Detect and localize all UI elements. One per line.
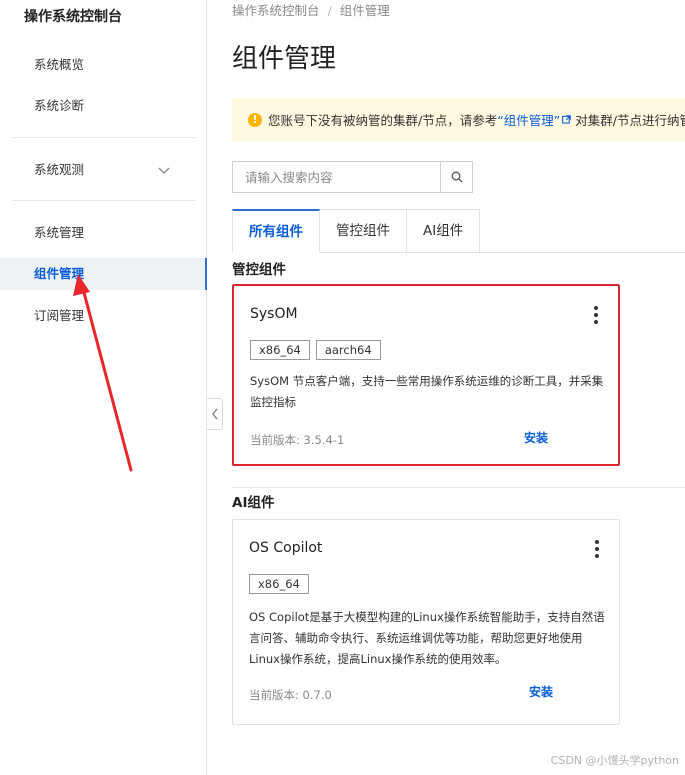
sidebar-item-overview[interactable]: 系统概览	[0, 49, 207, 81]
install-button[interactable]: 安装	[529, 683, 553, 700]
more-options-icon[interactable]	[595, 540, 599, 558]
chevron-down-icon[interactable]	[158, 164, 170, 176]
breadcrumb-separator: /	[327, 3, 332, 18]
card-title: OS Copilot	[249, 540, 323, 556]
warning-icon: !	[248, 112, 262, 127]
notice-link[interactable]: “组件管理”	[497, 110, 560, 129]
external-link-icon[interactable]	[562, 114, 571, 125]
section-divider	[232, 487, 685, 488]
breadcrumb-item[interactable]: 操作系统控制台	[232, 3, 320, 18]
card-title: SysOM	[250, 306, 298, 322]
tab-all-components[interactable]: 所有组件	[232, 209, 320, 253]
component-card-sysom: SysOM x86_64 aarch64 SysOM 节点客户端，支持一些常用操…	[232, 284, 620, 466]
sidebar-title: 操作系统控制台	[24, 9, 122, 25]
notice-text: 您账号下没有被纳管的集群/节点，请参考	[268, 113, 498, 128]
search-input[interactable]	[233, 162, 440, 192]
card-description: OS Copilot是基于大模型构建的Linux操作系统智能助手，支持自然语言问…	[249, 610, 605, 666]
page-title: 组件管理	[232, 44, 337, 74]
tag-list: x86_64	[249, 574, 309, 594]
watermark: CSDN @小馒头学python	[550, 754, 679, 767]
main-content: 操作系统控制台 / 组件管理 组件管理 ! 您账号下没有被纳管的集群/节点，请参考 …	[208, 0, 685, 775]
breadcrumb-item: 组件管理	[339, 3, 390, 18]
component-card-os-copilot: OS Copilot x86_64 OS Copilot是基于大模型构建的Lin…	[232, 519, 620, 725]
tab-ai-components[interactable]: AI组件	[407, 209, 481, 253]
more-options-icon[interactable]	[594, 306, 598, 324]
tag-arch: aarch64	[315, 340, 381, 360]
card-version: 当前版本: 0.7.0	[249, 688, 332, 702]
sidebar-item-label: 系统观测	[34, 162, 85, 177]
tag-arch: x86_64	[249, 574, 309, 594]
sidebar-item-label: 组件管理	[34, 266, 85, 281]
sidebar-item-component-management[interactable]: 组件管理	[0, 258, 207, 290]
search-box	[232, 161, 473, 193]
sidebar-divider	[12, 200, 195, 201]
install-button[interactable]: 安装	[524, 429, 548, 446]
search-button[interactable]	[440, 162, 472, 192]
tabs: 所有组件 管控组件 AI组件	[232, 209, 481, 253]
section-title: AI组件	[232, 495, 275, 511]
tab-control-components[interactable]: 管控组件	[320, 209, 407, 253]
breadcrumb: 操作系统控制台 / 组件管理	[232, 0, 390, 19]
sidebar: 操作系统控制台 系统概览 系统诊断 系统观测 系统管理 组件管理 订阅管理	[0, 0, 207, 775]
sidebar-item-label: 系统管理	[34, 225, 85, 240]
card-description: SysOM 节点客户端，支持一些常用操作系统运维的诊断工具，并采集监控指标	[250, 374, 604, 409]
sidebar-item-label: 系统诊断	[34, 98, 85, 113]
notice-banner: ! 您账号下没有被纳管的集群/节点，请参考 “组件管理” 对集群/节点进行纳管	[232, 98, 685, 141]
sidebar-item-label: 系统概览	[34, 57, 85, 72]
sidebar-item-subscription[interactable]: 订阅管理	[0, 300, 207, 332]
sidebar-divider	[12, 137, 195, 138]
sidebar-item-label: 订阅管理	[34, 308, 85, 323]
sidebar-item-system-management[interactable]: 系统管理	[0, 217, 207, 249]
section-title: 管控组件	[232, 262, 286, 278]
tag-arch: x86_64	[250, 340, 310, 360]
search-icon	[451, 171, 462, 183]
notice-text-after: 对集群/节点进行纳管	[575, 113, 685, 128]
sidebar-item-diagnosis[interactable]: 系统诊断	[0, 90, 207, 122]
card-version: 当前版本: 3.5.4-1	[250, 433, 345, 447]
sidebar-item-observe[interactable]: 系统观测	[0, 154, 207, 186]
tag-list: x86_64 aarch64	[250, 340, 381, 360]
